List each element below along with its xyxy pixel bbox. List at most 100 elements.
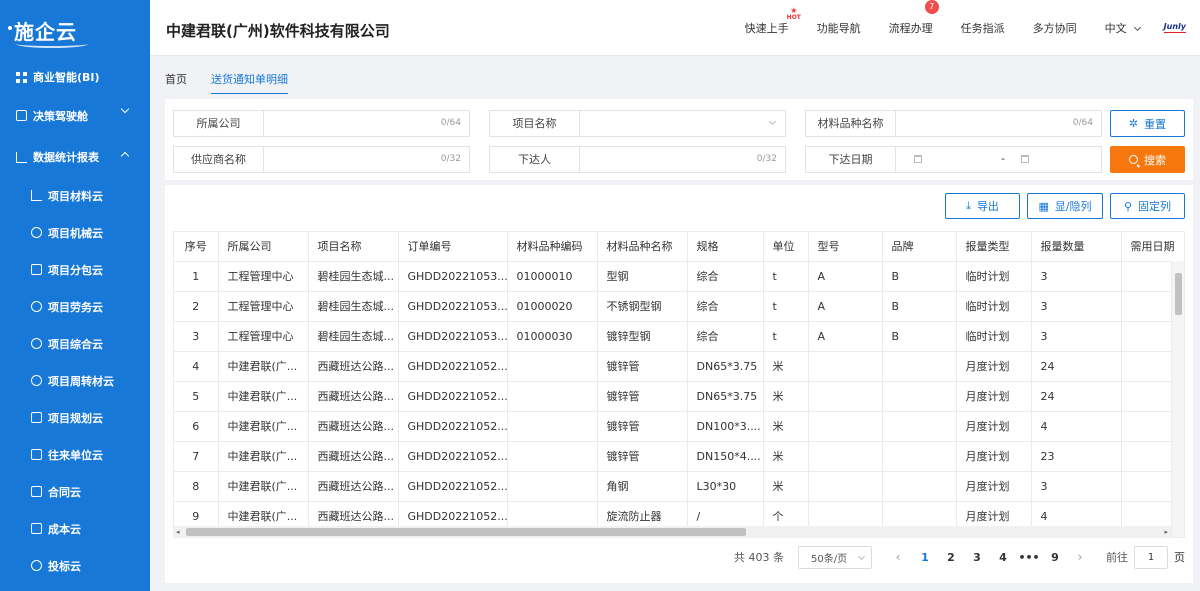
chevron-down-icon xyxy=(768,117,777,126)
issuer-input[interactable]: 0/32 xyxy=(580,147,785,172)
table-row[interactable]: 3 工程管理中心 碧桂园生态城... GHDD20221053... 01000030 镀… xyxy=(174,321,1184,352)
sidebar-item-cockpit[interactable]: 决策驾驶舱 xyxy=(0,94,150,137)
table-cell: 西藏班达公路... xyxy=(308,351,399,382)
calendar-icon xyxy=(914,155,922,163)
table-cell: 中建君联(广... xyxy=(218,471,309,502)
goto-page-input[interactable]: 1 xyxy=(1134,545,1168,569)
nav-label: 快速上手 xyxy=(744,22,789,35)
page-size-select[interactable]: 50条/页 xyxy=(798,545,872,569)
page-ellipsis[interactable]: ••• xyxy=(1018,551,1040,564)
sidebar-sub-cycle[interactable]: 项目周转材云 xyxy=(0,362,150,399)
scrollbar-thumb[interactable] xyxy=(1175,273,1182,315)
table-row[interactable]: 6 中建君联(广... 西藏班达公路... GHDD20221052... 镀锌管 DN1… xyxy=(174,411,1184,442)
column-header[interactable]: 型号 xyxy=(808,232,883,262)
table-cell: 西藏班达公路... xyxy=(308,441,399,472)
total-count: 共 403 条 xyxy=(734,551,784,564)
toggle-columns-button[interactable]: ▦ 显/隐列 xyxy=(1027,193,1103,219)
nav-task[interactable]: 任务指派 xyxy=(961,20,1005,36)
sparkle-icon: ✲ xyxy=(1128,117,1139,130)
tab-home[interactable]: 首页 xyxy=(165,64,187,94)
char-count: 0/64 xyxy=(440,118,461,128)
sidebar-sub-bid[interactable]: 投标云 xyxy=(0,547,150,584)
table-row[interactable]: 1 工程管理中心 碧桂园生态城... GHDD20221053... 01000010 型… xyxy=(174,261,1184,292)
page-number[interactable]: 1 xyxy=(914,551,936,564)
table-row[interactable]: 2 工程管理中心 碧桂园生态城... GHDD20221053... 01000020 不… xyxy=(174,291,1184,322)
page-number[interactable]: 3 xyxy=(966,551,988,564)
export-button[interactable]: ⤓ 导出 xyxy=(945,193,1020,219)
table-cell: 3 xyxy=(174,321,219,352)
filter-label: 下达人 xyxy=(490,147,580,172)
nav-function[interactable]: 功能导航 xyxy=(817,20,861,36)
scroll-right-icon[interactable]: ▸ xyxy=(1164,526,1168,538)
page-unit-label: 页 xyxy=(1174,551,1185,564)
sidebar-item-bi[interactable]: 商业智能(BI) xyxy=(0,60,150,94)
table-row[interactable]: 7 中建君联(广... 西藏班达公路... GHDD20221052... 镀锌管 DN1… xyxy=(174,441,1184,472)
nav-process[interactable]: 流程办理 7 xyxy=(889,0,939,36)
table-cell: 工程管理中心 xyxy=(218,291,309,322)
column-header[interactable]: 报量类型 xyxy=(956,232,1032,262)
column-header[interactable]: 材料品种名称 xyxy=(597,232,688,262)
sidebar-sub-label: 项目劳务云 xyxy=(48,300,103,314)
prev-page-icon[interactable]: ‹ xyxy=(888,550,908,564)
language-select[interactable]: 中文 xyxy=(1105,20,1141,36)
column-header[interactable]: 序号 xyxy=(174,232,219,262)
page-number[interactable]: 2 xyxy=(940,551,962,564)
table-cell: t xyxy=(763,261,809,292)
column-header[interactable]: 品牌 xyxy=(882,232,957,262)
next-page-icon[interactable]: › xyxy=(1070,550,1090,564)
sidebar-sub-subcontract[interactable]: 项目分包云 xyxy=(0,251,150,288)
sidebar-sub-label: 项目规划云 xyxy=(48,411,103,425)
scroll-left-icon[interactable]: ◂ xyxy=(176,526,180,538)
project-select[interactable] xyxy=(580,111,785,136)
column-header[interactable]: 单位 xyxy=(763,232,809,262)
tab-delivery-detail[interactable]: 送货通知单明细 xyxy=(211,64,288,94)
column-header[interactable]: 规格 xyxy=(687,232,764,262)
column-header[interactable]: 报量数量 xyxy=(1031,232,1122,262)
page-number[interactable]: 9 xyxy=(1044,551,1066,564)
table-cell: B xyxy=(882,291,957,322)
table-row[interactable]: 8 中建君联(广... 西藏班达公路... GHDD20221052... 角钢 L30*… xyxy=(174,471,1184,502)
sidebar-nav: 商业智能(BI) 决策驾驶舱 数据统计报表 项目材料云 项目机械云 项目分包云 … xyxy=(0,60,150,584)
sidebar-sub-planning[interactable]: 项目规划云 xyxy=(0,399,150,436)
table-cell: 综合 xyxy=(687,261,764,292)
horizontal-scrollbar[interactable]: ◂ ▸ xyxy=(173,526,1171,538)
table-cell: 23 xyxy=(1031,441,1122,472)
column-header[interactable]: 需用日期 xyxy=(1121,232,1184,262)
calendar-icon xyxy=(1021,155,1029,163)
date-range-picker[interactable]: - xyxy=(896,147,1101,172)
sidebar-sub-comprehensive[interactable]: 项目综合云 xyxy=(0,325,150,362)
reset-button[interactable]: ✲ 重置 xyxy=(1110,110,1185,137)
brand-logo[interactable]: Junly xyxy=(1163,22,1187,33)
sidebar-sub-labor[interactable]: 项目劳务云 xyxy=(0,288,150,325)
vertical-scrollbar[interactable] xyxy=(1171,261,1184,537)
table-row[interactable]: 5 中建君联(广... 西藏班达公路... GHDD20221052... 镀锌管 DN6… xyxy=(174,381,1184,412)
column-header[interactable]: 订单编号 xyxy=(398,232,508,262)
table-cell: 24 xyxy=(1031,381,1122,412)
sidebar-item-reports[interactable]: 数据统计报表 xyxy=(0,137,150,177)
page-number[interactable]: 4 xyxy=(992,551,1014,564)
supplier-input[interactable]: 0/32 xyxy=(264,147,469,172)
material-input[interactable]: 0/64 xyxy=(896,111,1101,136)
filter-company: 所属公司 0/64 xyxy=(173,110,470,137)
search-button[interactable]: 搜索 xyxy=(1110,146,1185,173)
sidebar: 施企云 商业智能(BI) 决策驾驶舱 数据统计报表 项目材料云 项目机械云 项目… xyxy=(0,0,150,591)
table-row[interactable]: 4 中建君联(广... 西藏班达公路... GHDD20221052... 镀锌管 DN6… xyxy=(174,351,1184,382)
column-header[interactable]: 材料品种编码 xyxy=(507,232,598,262)
grid-outline-icon xyxy=(16,110,27,121)
sidebar-sub-partners[interactable]: 往来单位云 xyxy=(0,436,150,473)
company-input[interactable]: 0/64 xyxy=(264,111,469,136)
sidebar-sub-cost[interactable]: 成本云 xyxy=(0,510,150,547)
toggle-columns-label: 显/隐列 xyxy=(1054,200,1092,213)
nav-quick-start[interactable]: 快速上手HOT xyxy=(744,15,801,36)
column-header[interactable]: 所属公司 xyxy=(218,232,309,262)
sidebar-sub-contract[interactable]: 合同云 xyxy=(0,473,150,510)
scrollbar-thumb[interactable] xyxy=(186,528,746,536)
nav-collab[interactable]: 多方协同 xyxy=(1033,20,1077,36)
fix-columns-button[interactable]: ⚲ 固定列 xyxy=(1110,193,1185,219)
logo[interactable]: 施企云 xyxy=(0,0,150,60)
table-cell xyxy=(808,381,883,412)
sidebar-sub-machinery[interactable]: 项目机械云 xyxy=(0,214,150,251)
column-header[interactable]: 项目名称 xyxy=(308,232,399,262)
sidebar-sub-material[interactable]: 项目材料云 xyxy=(0,177,150,214)
goto-label: 前往 xyxy=(1106,551,1128,564)
